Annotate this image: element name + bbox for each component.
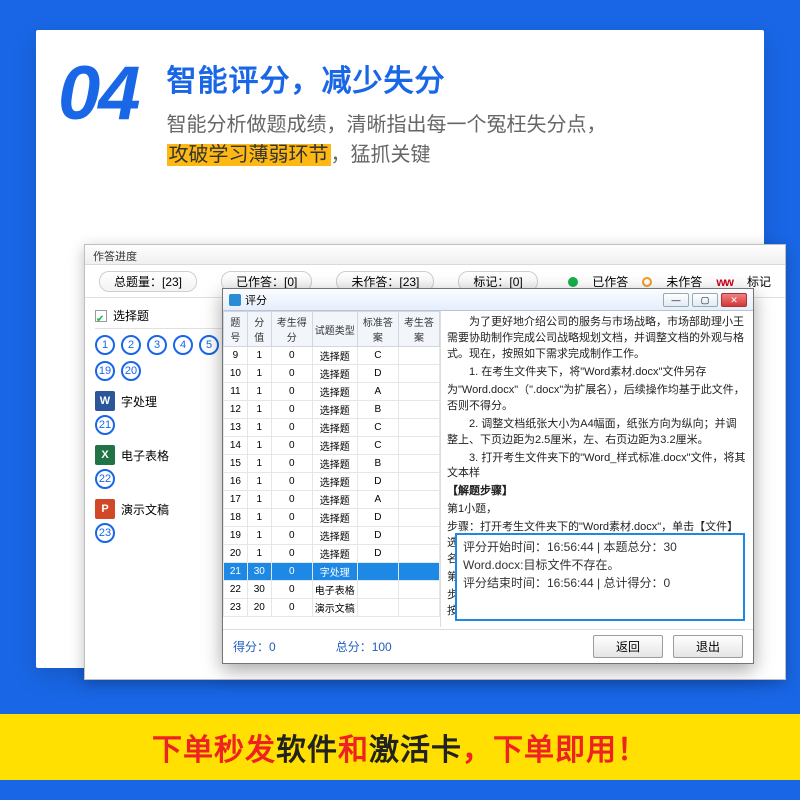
score-title: 评分 [245, 292, 267, 308]
question-bubble[interactable]: 3 [147, 335, 167, 355]
explain-line: 1. 在考生文件夹下，将"Word素材.docx"文件另存 [447, 365, 747, 381]
stat-total: 总题量：[23] [99, 271, 197, 292]
header-subtitle: 智能分析做题成绩，清晰指出每一个冤枉失分点， 攻破学习薄弱环节，猛抓关键 [167, 110, 607, 170]
question-bubble[interactable]: 23 [95, 523, 115, 543]
explain-line: 为了更好地介绍公司的服务与市场战略，市场部助理小王需要协助制作完成公司战略规划文… [447, 315, 747, 363]
score-footer: 得分：0 总分：100 返回 退出 [223, 629, 753, 663]
footer-buttons: 返回 退出 [593, 635, 743, 658]
log-box: 评分开始时间：16:56:44 | 本题总分：30Word.docx:目标文件不… [455, 533, 745, 621]
question-bubble[interactable]: 2 [121, 335, 141, 355]
explain-line: 2. 调整文档纸张大小为A4幅面，纸张方向为纵向；并调整上、下页边距为2.5厘米… [447, 417, 747, 449]
subtitle-part-a: 智能分析做题成绩，清晰指出每一个冤枉失分点， [167, 114, 607, 136]
explain-line: 3. 打开考生文件夹下的"Word_样式标准.docx"文件，将其文本样 [447, 451, 747, 483]
table-row[interactable]: 1310选择题C [224, 419, 440, 437]
subtitle-part-b: ，猛抓关键 [331, 144, 431, 166]
score-titlebar[interactable]: 评分 — ▢ ✕ [223, 289, 753, 311]
maximize-button[interactable]: ▢ [692, 293, 718, 307]
score-got: 得分：0 [233, 638, 276, 655]
table-row[interactable]: 22300电子表格 [224, 581, 440, 599]
close-button[interactable]: ✕ [721, 293, 747, 307]
log-line: Word.docx:目标文件不存在。 [463, 556, 737, 574]
table-row[interactable]: 1910选择题D [224, 527, 440, 545]
col-header: 试题类型 [312, 312, 357, 347]
header-title: 智能评分，减少失分 [167, 56, 607, 100]
legend-done-icon [568, 277, 578, 287]
table-row[interactable]: 1410选择题C [224, 437, 440, 455]
ppt-icon: P [95, 499, 115, 519]
score-app-icon [229, 294, 241, 306]
score-table[interactable]: 题号分值考生得分试题类型标准答案考生答案 910选择题C1010选择题D1110… [223, 311, 440, 617]
word-icon: W [95, 391, 115, 411]
table-row[interactable]: 2010选择题D [224, 545, 440, 563]
banner-e: ，下单即用！ [462, 725, 648, 769]
excel-icon: X [95, 445, 115, 465]
table-row[interactable]: 1510选择题B [224, 455, 440, 473]
window-buttons: — ▢ ✕ [663, 293, 747, 307]
header-text: 智能评分，减少失分 智能分析做题成绩，清晰指出每一个冤枉失分点， 攻破学习薄弱环… [167, 56, 607, 170]
question-bubble[interactable]: 22 [95, 469, 115, 489]
col-header: 题号 [224, 312, 248, 347]
question-bubble[interactable]: 5 [199, 335, 219, 355]
col-header: 考生答案 [398, 312, 439, 347]
section-word-label: 字处理 [121, 393, 157, 410]
banner-a: 下单秒发 [152, 725, 276, 769]
log-line: 评分结束时间：16:56:44 | 总计得分：0 [463, 574, 737, 592]
table-row[interactable]: 21300字处理 [224, 563, 440, 581]
table-header: 题号分值考生得分试题类型标准答案考生答案 [224, 312, 440, 347]
explain-line: 为"Word.docx"（".docx"为扩展名），后续操作均基于此文件，否则不… [447, 383, 747, 415]
banner-b: 软件 [276, 725, 338, 769]
col-header: 考生得分 [271, 312, 312, 347]
explain-line: 【解题步骤】 [447, 484, 747, 500]
promo-banner: 下单秒发 软件 和 激活卡 ，下单即用！ [0, 714, 800, 780]
table-row[interactable]: 23200演示文稿 [224, 599, 440, 617]
section-choice-label: 选择题 [113, 307, 149, 324]
exit-button[interactable]: 退出 [673, 635, 743, 658]
question-bubble[interactable]: 21 [95, 415, 115, 435]
question-bubble[interactable]: 19 [95, 361, 115, 381]
table-row[interactable]: 1810选择题D [224, 509, 440, 527]
col-header: 分值 [247, 312, 271, 347]
question-bubble[interactable]: 4 [173, 335, 193, 355]
table-row[interactable]: 1710选择题A [224, 491, 440, 509]
legend-mark-icon: ww [716, 275, 733, 289]
table-row[interactable]: 910选择题C [224, 347, 440, 365]
progress-titlebar: 作答进度 [85, 245, 785, 265]
table-row[interactable]: 1210选择题B [224, 401, 440, 419]
section-number: 04 [52, 56, 139, 170]
table-row[interactable]: 1010选择题D [224, 365, 440, 383]
explain-line: 第1小题， [447, 502, 747, 518]
banner-d: 激活卡 [369, 725, 462, 769]
section-ppt-label: 演示文稿 [121, 501, 169, 518]
minimize-button[interactable]: — [663, 293, 689, 307]
subtitle-highlight: 攻破学习薄弱环节 [167, 144, 331, 166]
log-line: 评分开始时间：16:56:44 | 本题总分：30 [463, 538, 737, 556]
section-excel-label: 电子表格 [121, 447, 169, 464]
header: 04 智能评分，减少失分 智能分析做题成绩，清晰指出每一个冤枉失分点， 攻破学习… [36, 30, 764, 180]
score-table-wrap: 题号分值考生得分试题类型标准答案考生答案 910选择题C1010选择题D1110… [223, 311, 441, 627]
score-window: 评分 — ▢ ✕ 题号分值考生得分试题类型标准答案考生答案 910选择题C101… [222, 288, 754, 664]
question-bubble[interactable]: 20 [121, 361, 141, 381]
table-row[interactable]: 1610选择题D [224, 473, 440, 491]
table-row[interactable]: 1110选择题A [224, 383, 440, 401]
question-bubble[interactable]: 1 [95, 335, 115, 355]
banner-c: 和 [338, 725, 369, 769]
col-header: 标准答案 [357, 312, 398, 347]
score-total: 总分：100 [336, 638, 392, 655]
check-icon [95, 310, 107, 322]
back-button[interactable]: 返回 [593, 635, 663, 658]
legend-undone-icon [642, 277, 652, 287]
